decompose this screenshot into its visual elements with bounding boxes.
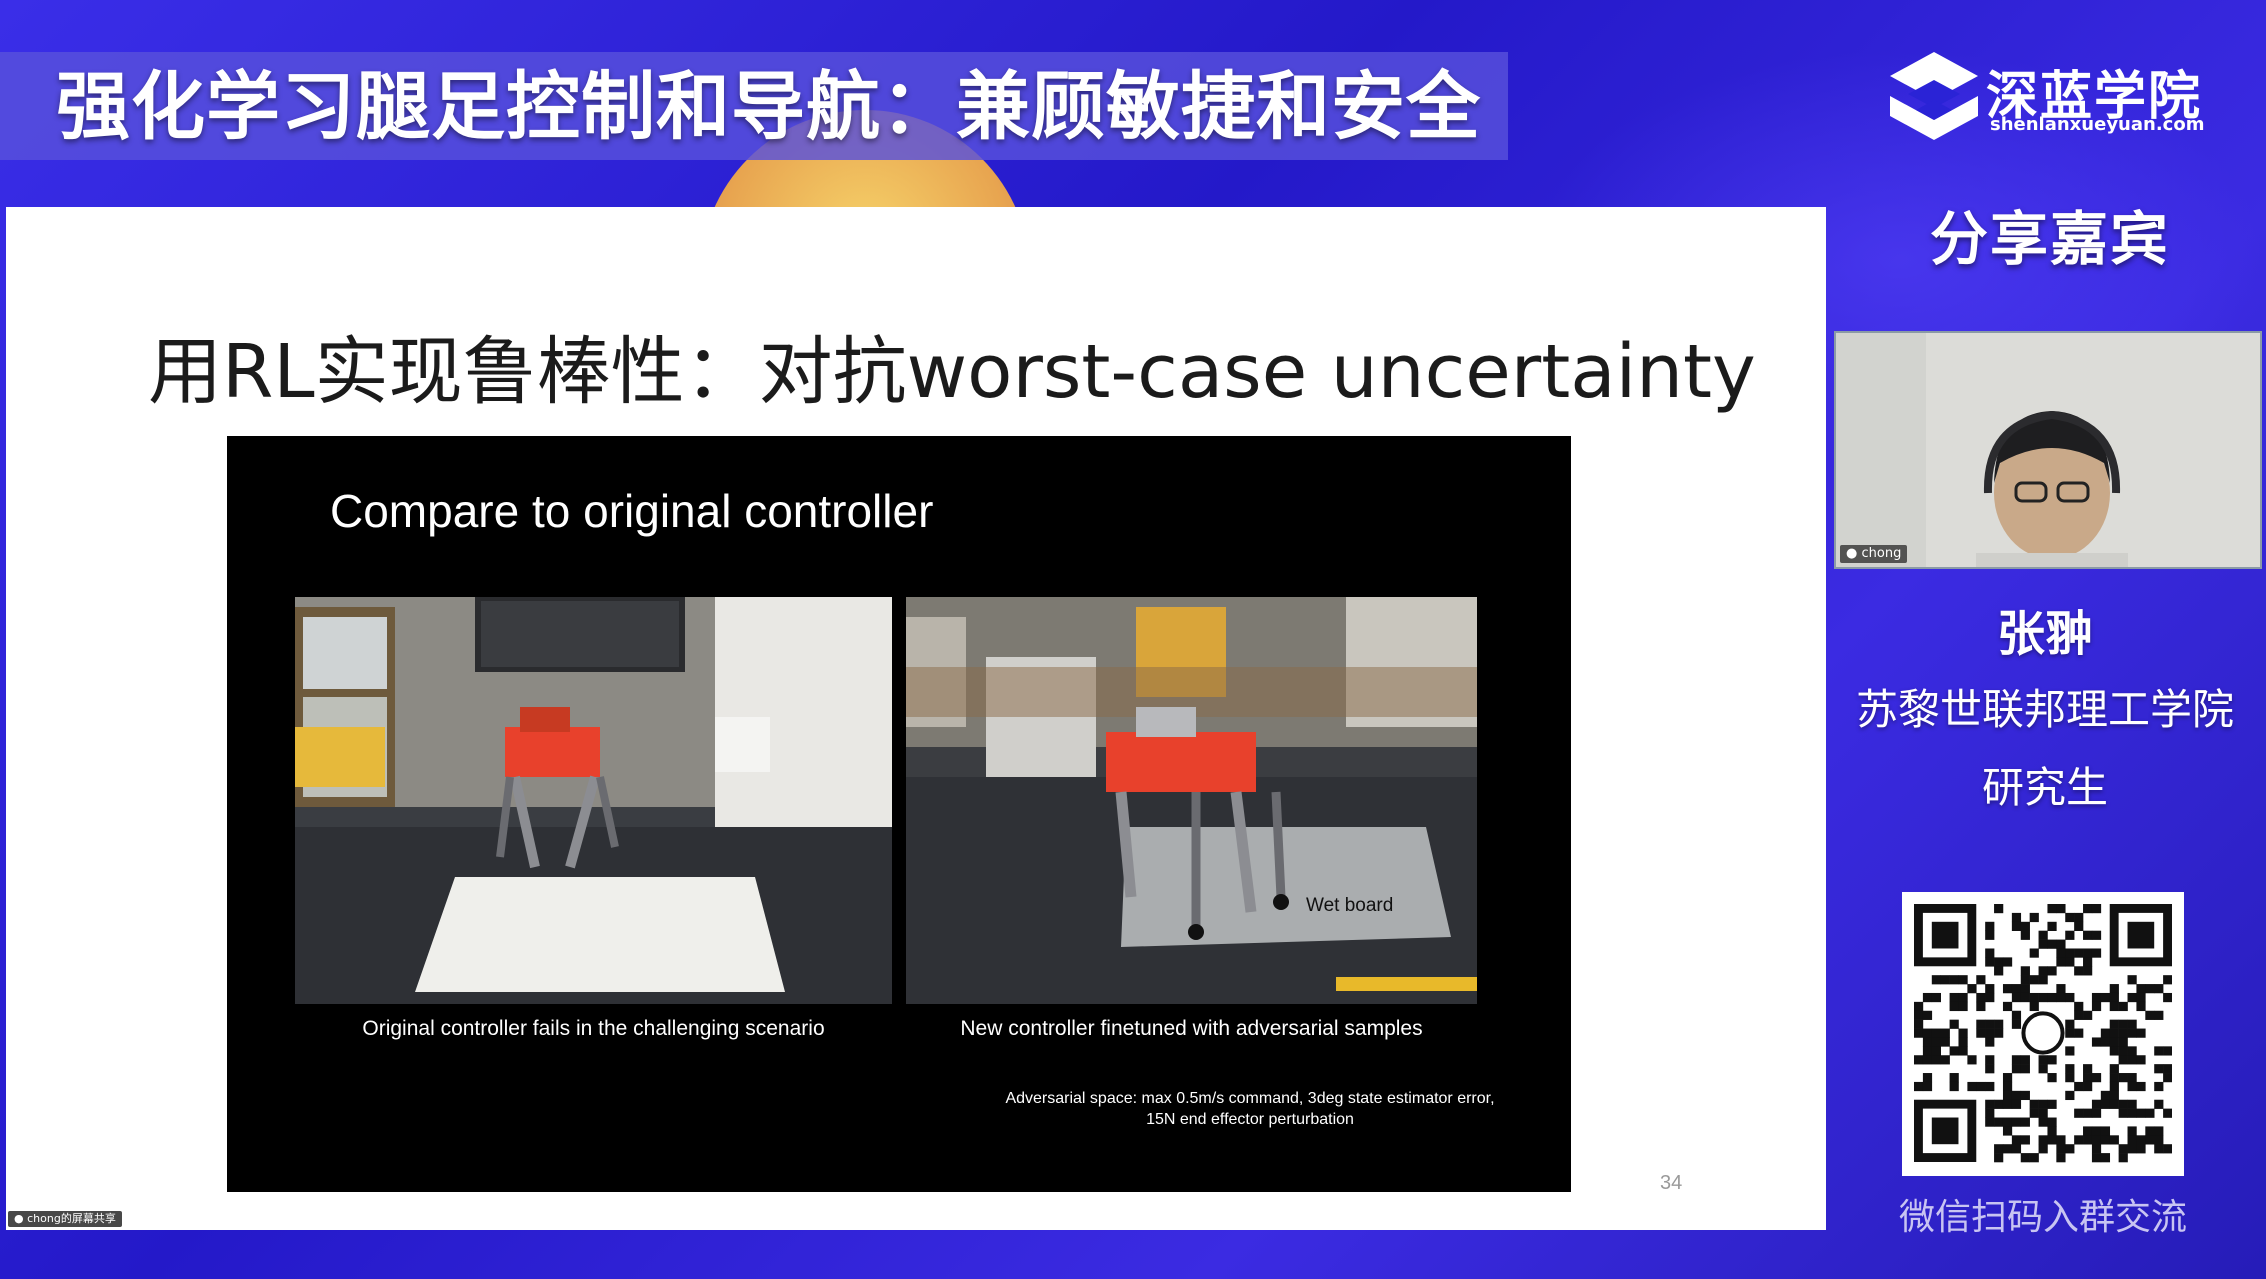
screen-share-label: chong的屏幕共享 [27, 1212, 116, 1225]
brand-logo: 深蓝学院 shenlanxueyuan.com [1886, 50, 2204, 142]
slide-title: 用RL实现鲁棒性：对抗worst-case uncertainty [148, 329, 1756, 415]
right-caption: New controller finetuned with adversaria… [960, 1017, 1423, 1040]
webcam-label: chong [1861, 546, 1902, 561]
speaker-name: 张翀 [1996, 606, 2093, 662]
brand-url: shenlanxueyuan.com [1990, 114, 2205, 135]
video-heading: Compare to original controller [330, 485, 934, 537]
mic-icon: ● [14, 1212, 28, 1225]
left-video-frame [295, 597, 892, 1004]
qr-code-icon [1914, 904, 2173, 1163]
right-video-frame: Wet board [906, 597, 1477, 1004]
right-scene-image [906, 597, 1477, 1004]
left-scene-image [295, 597, 892, 1004]
note-line-2: 15N end effector perturbation [1146, 1111, 1354, 1128]
screen-share-tag: ● chong的屏幕共享 [8, 1211, 122, 1227]
speaker-role: 研究生 [1981, 763, 2108, 812]
mic-icon: ● [1846, 546, 1862, 561]
event-title: 强化学习腿足控制和导航：兼顾敏捷和安全 [56, 64, 1481, 150]
wet-board-label: Wet board [1306, 895, 1394, 916]
wechat-qr-code [1902, 892, 2184, 1176]
guest-heading: 分享嘉宾 [1929, 205, 2170, 273]
logo-icon [1890, 52, 1978, 140]
left-caption: Original controller fails in the challen… [362, 1017, 825, 1040]
speaker-webcam: ● chong [1834, 331, 2262, 569]
qr-caption: 微信扫码入群交流 [1898, 1197, 2187, 1238]
note-line-1: Adversarial space: max 0.5m/s command, 3… [1005, 1090, 1495, 1107]
adversarial-note: Adversarial space: max 0.5m/s command, 3… [930, 1088, 1570, 1130]
webcam-name-tag: ● chong [1840, 545, 1908, 563]
slide-page-number: 34 [1660, 1172, 1683, 1194]
speaker-affiliation: 苏黎世联邦理工学院 [1855, 685, 2234, 734]
webcam-image [1836, 333, 2260, 567]
